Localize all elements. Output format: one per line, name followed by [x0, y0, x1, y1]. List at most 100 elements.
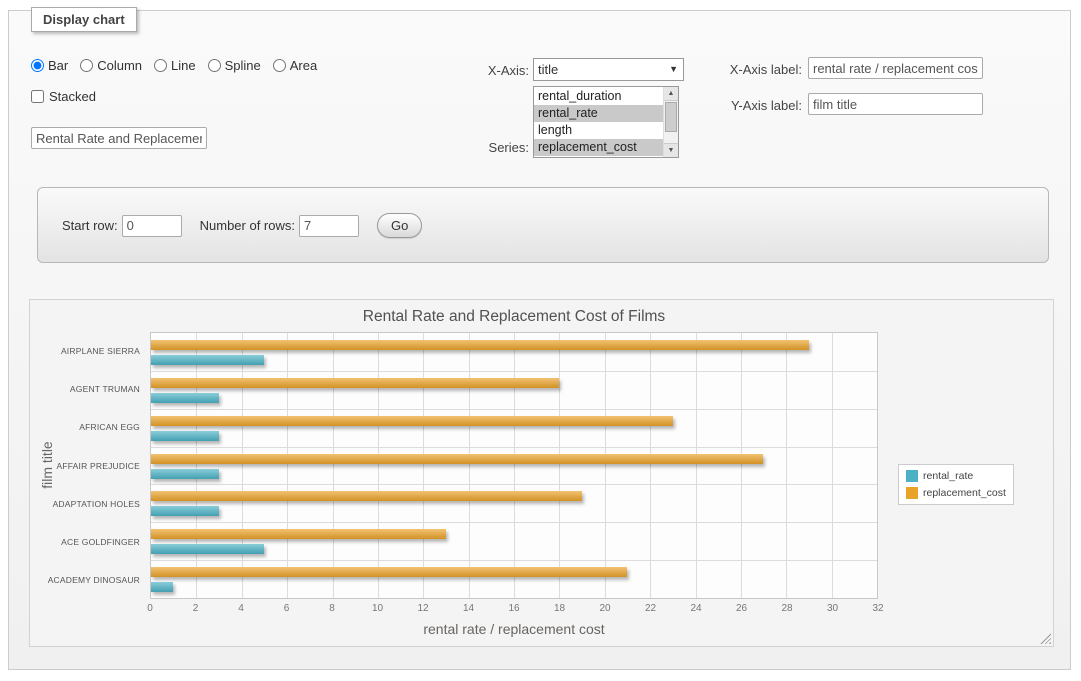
- gridline-vertical: [786, 333, 787, 598]
- gridline-vertical: [832, 333, 833, 598]
- row-range-panel: Start row: Number of rows: Go: [37, 187, 1049, 263]
- gridline-vertical: [696, 333, 697, 598]
- series-option-length[interactable]: length: [534, 122, 663, 139]
- x-tick-label: 28: [781, 603, 792, 614]
- chart-type-label: Area: [290, 58, 317, 73]
- bar-replacement_cost: [151, 529, 446, 539]
- page: Display chart Bar Column Line Spline Area St…: [0, 0, 1081, 681]
- scrollbar-thumb[interactable]: [665, 102, 677, 132]
- go-button[interactable]: Go: [377, 213, 422, 238]
- category-label: ADAPTATION HOLES: [53, 499, 140, 509]
- series-option-replacement_cost[interactable]: replacement_cost: [534, 139, 663, 156]
- series-listbox[interactable]: rental_durationrental_ratelengthreplacem…: [533, 86, 679, 158]
- chart-type-row: Bar Column Line Spline Area: [31, 58, 317, 73]
- chart-type-label: Bar: [48, 58, 68, 73]
- bar-rental_rate: [151, 355, 264, 365]
- x-tick-label: 0: [147, 603, 153, 614]
- bar-rental_rate: [151, 393, 219, 403]
- number-of-rows-input[interactable]: [299, 215, 359, 237]
- scroll-up-icon[interactable]: ▲: [664, 87, 678, 101]
- chart-title-input[interactable]: [31, 127, 207, 149]
- category-label: AFRICAN EGG: [79, 422, 140, 432]
- category-label: AFFAIR PREJUDICE: [57, 461, 141, 471]
- bar-rental_rate: [151, 544, 264, 554]
- number-of-rows-label: Number of rows:: [200, 218, 295, 233]
- chart-type-radio-column[interactable]: [80, 59, 93, 72]
- chart-type-line[interactable]: Line: [154, 58, 196, 73]
- gridline-vertical: [650, 333, 651, 598]
- gridline-vertical: [196, 333, 197, 598]
- chart-type-label: Line: [171, 58, 196, 73]
- category-label: AGENT TRUMAN: [70, 384, 140, 394]
- series-option-rental_duration[interactable]: rental_duration: [534, 88, 663, 105]
- y-axis-caption-input[interactable]: [808, 93, 983, 115]
- gridline-vertical: [605, 333, 606, 598]
- gridline-horizontal: [151, 560, 877, 561]
- legend-item: rental_rate: [906, 470, 1006, 482]
- x-tick-label: 12: [417, 603, 428, 614]
- x-tick-label: 26: [736, 603, 747, 614]
- legend-label: replacement_cost: [923, 487, 1006, 499]
- chart-type-bar[interactable]: Bar: [31, 58, 68, 73]
- x-axis-select[interactable]: title: [533, 58, 684, 81]
- x-tick-label: 22: [645, 603, 656, 614]
- display-chart-panel: Display chart Bar Column Line Spline Area St…: [8, 10, 1071, 670]
- chart-type-radio-area[interactable]: [273, 59, 286, 72]
- gridline-horizontal: [151, 447, 877, 448]
- start-row-label: Start row:: [62, 218, 118, 233]
- x-axis-caption-input[interactable]: [808, 57, 983, 79]
- bar-replacement_cost: [151, 340, 809, 350]
- chart-type-radio-bar[interactable]: [31, 59, 44, 72]
- y-axis-caption-label: Y-Axis label:: [696, 98, 802, 113]
- bar-replacement_cost: [151, 567, 627, 577]
- x-axis-label: X-Axis:: [431, 63, 529, 78]
- chart-legend: rental_rate replacement_cost: [898, 464, 1014, 505]
- legend-item: replacement_cost: [906, 487, 1006, 499]
- bar-rental_rate: [151, 582, 173, 592]
- chart-type-column[interactable]: Column: [80, 58, 142, 73]
- bar-replacement_cost: [151, 416, 673, 426]
- gridline-horizontal: [151, 522, 877, 523]
- x-tick-label: 16: [508, 603, 519, 614]
- x-axis-select-wrap: title ▼: [533, 58, 684, 81]
- stacked-option[interactable]: Stacked: [31, 89, 96, 104]
- x-tick-label: 4: [238, 603, 244, 614]
- chart-type-area[interactable]: Area: [273, 58, 317, 73]
- start-row-input[interactable]: [122, 215, 182, 237]
- gridline-vertical: [287, 333, 288, 598]
- x-tick-label: 2: [193, 603, 199, 614]
- x-tick-label: 30: [827, 603, 838, 614]
- x-axis-title: rental rate / replacement cost: [150, 621, 878, 637]
- gridline-vertical: [378, 333, 379, 598]
- x-tick-label: 14: [463, 603, 474, 614]
- gridline-horizontal: [151, 484, 877, 485]
- bar-rental_rate: [151, 506, 219, 516]
- chart-type-radio-spline[interactable]: [208, 59, 221, 72]
- chart-panel: Rental Rate and Replacement Cost of Film…: [29, 299, 1054, 647]
- row-range-controls: Start row: Number of rows: Go: [62, 213, 422, 238]
- chart-type-label: Column: [97, 58, 142, 73]
- category-label: ACADEMY DINOSAUR: [48, 575, 140, 585]
- panel-title: Display chart: [31, 7, 137, 32]
- gridline-vertical: [242, 333, 243, 598]
- x-tick-labels: 02468101214161820222426283032: [150, 603, 878, 617]
- x-axis-caption-label: X-Axis label:: [696, 62, 802, 77]
- gridline-horizontal: [151, 409, 877, 410]
- stacked-checkbox[interactable]: [31, 90, 44, 103]
- plot-area: [150, 332, 878, 599]
- series-options: rental_durationrental_ratelengthreplacem…: [534, 87, 663, 157]
- gridline-vertical: [423, 333, 424, 598]
- gridline-horizontal: [151, 371, 877, 372]
- gridline-vertical: [333, 333, 334, 598]
- gridline-vertical: [469, 333, 470, 598]
- bar-rental_rate: [151, 469, 219, 479]
- x-tick-label: 18: [554, 603, 565, 614]
- resize-handle[interactable]: [1040, 633, 1051, 644]
- chart-type-spline[interactable]: Spline: [208, 58, 261, 73]
- gridline-vertical: [559, 333, 560, 598]
- scroll-down-icon[interactable]: ▼: [664, 143, 678, 157]
- series-scrollbar[interactable]: ▲ ▼: [663, 87, 678, 157]
- x-tick-label: 24: [690, 603, 701, 614]
- series-option-rental_rate[interactable]: rental_rate: [534, 105, 663, 122]
- chart-type-radio-line[interactable]: [154, 59, 167, 72]
